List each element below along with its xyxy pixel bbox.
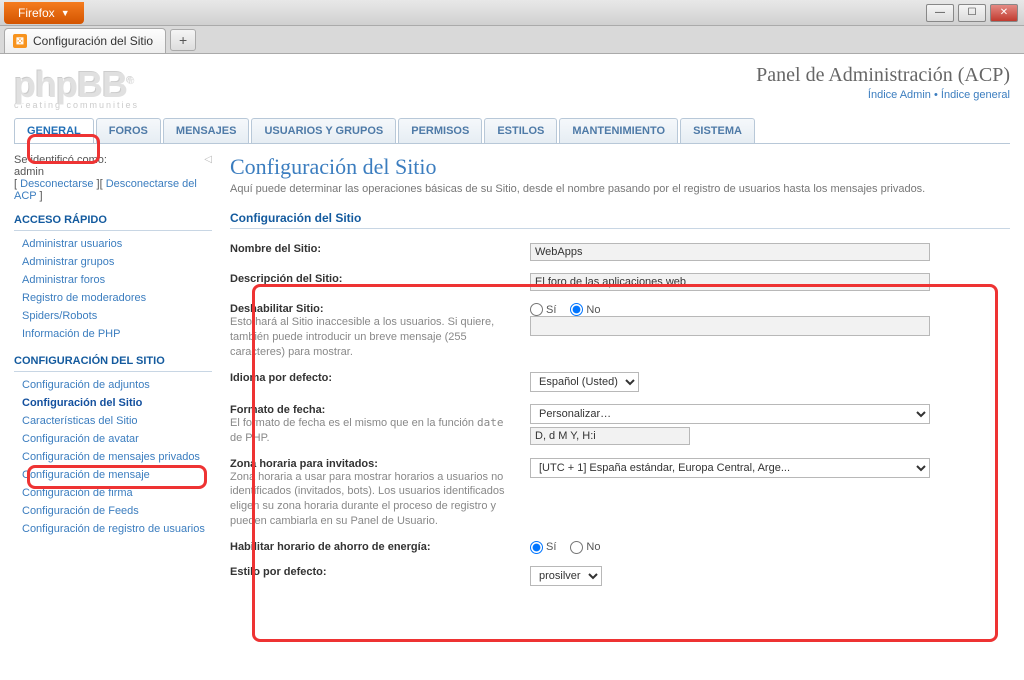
sidebar-item[interactable]: Registro de moderadores [14, 289, 212, 307]
disable-no[interactable]: No [570, 303, 600, 316]
sidebar-item[interactable]: Configuración de avatar [14, 430, 212, 448]
collapse-icon[interactable]: ◁ [204, 154, 212, 165]
disable-message-input[interactable] [530, 316, 930, 336]
dateformat-select[interactable]: Personalizar… [530, 404, 930, 424]
firefox-menu-button[interactable]: Firefox ▼ [4, 2, 84, 24]
tab-foros[interactable]: FOROS [96, 118, 161, 143]
close-button[interactable]: ✕ [990, 4, 1018, 22]
phpbb-logo: phpBB® [14, 64, 139, 106]
disable-label: Deshabilitar Sitio: [230, 303, 510, 315]
sidebar-item[interactable]: Administrar usuarios [14, 235, 212, 253]
tz-hint: Zona horaria a usar para mostrar horario… [230, 470, 510, 529]
tz-select[interactable]: [UTC + 1] España estándar, Europa Centra… [530, 458, 930, 478]
disable-yes[interactable]: Sí [530, 303, 556, 316]
lang-label: Idioma por defecto: [230, 372, 510, 384]
page-title: Configuración del Sitio [230, 154, 1010, 180]
link-board-index[interactable]: Índice general [941, 89, 1010, 101]
dateformat-input[interactable] [530, 427, 690, 445]
sitedesc-input[interactable] [530, 273, 930, 291]
dst-yes[interactable]: Sí [530, 541, 556, 554]
firefox-label: Firefox [18, 6, 55, 20]
page-description: Aquí puede determinar las operaciones bá… [230, 182, 1010, 197]
fieldset-title: Configuración del Sitio [230, 211, 1010, 229]
link-admin-index[interactable]: Índice Admin [868, 89, 931, 101]
sidebar-item[interactable]: Configuración de Feeds [14, 502, 212, 520]
sidebar-quick-title: ACCESO RÁPIDO [14, 210, 212, 231]
tab-mantenimiento[interactable]: MANTENIMIENTO [559, 118, 678, 143]
style-label: Estilo por defecto: [230, 566, 510, 578]
dateformat-label: Formato de fecha: [230, 404, 510, 416]
sidebar-item[interactable]: Información de PHP [14, 325, 212, 343]
tz-label: Zona horaria para invitados: [230, 458, 510, 470]
chevron-down-icon: ▼ [61, 8, 70, 18]
sidebar-item[interactable]: Administrar grupos [14, 253, 212, 271]
dateformat-hint: El formato de fecha es el mismo que en l… [230, 416, 510, 446]
tab-title: Configuración del Sitio [33, 34, 153, 48]
browser-tab[interactable]: ⊠ Configuración del Sitio [4, 28, 166, 53]
sitename-input[interactable] [530, 243, 930, 261]
sidebar-item[interactable]: Características del Sitio [14, 412, 212, 430]
tab-sistema[interactable]: SISTEMA [680, 118, 755, 143]
sidebar-item[interactable]: Administrar foros [14, 271, 212, 289]
acp-title: Panel de Administración (ACP) [756, 64, 1010, 87]
sidebar-item[interactable]: Configuración de mensaje [14, 466, 212, 484]
tab-estilos[interactable]: ESTILOS [484, 118, 557, 143]
identified-label: Se identificó como: [14, 154, 107, 166]
tab-general[interactable]: GENERAL [14, 118, 94, 143]
tab-usuarios-y-grupos[interactable]: USUARIOS Y GRUPOS [251, 118, 396, 143]
sidebar-item[interactable]: Spiders/Robots [14, 307, 212, 325]
sidebar-item[interactable]: Configuración de registro de usuarios [14, 520, 212, 538]
sidebar-item[interactable]: Configuración de mensajes privados [14, 448, 212, 466]
sidebar-item[interactable]: Configuración de firma [14, 484, 212, 502]
minimize-button[interactable]: — [926, 4, 954, 22]
username: admin [14, 166, 44, 178]
tab-mensajes[interactable]: MENSAJES [163, 118, 250, 143]
sidebar-site-title: CONFIGURACIÓN DEL SITIO [14, 351, 212, 372]
style-select[interactable]: prosilver [530, 566, 602, 586]
dst-label: Habilitar horario de ahorro de energía: [230, 541, 510, 553]
tab-permisos[interactable]: PERMISOS [398, 118, 482, 143]
disable-hint: Esto hará al Sitio inaccesible a los usu… [230, 315, 510, 360]
dst-no[interactable]: No [570, 541, 600, 554]
sitename-label: Nombre del Sitio: [230, 243, 510, 255]
new-tab-button[interactable]: + [170, 29, 196, 51]
main-tabs: GENERALFOROSMENSAJESUSUARIOS Y GRUPOSPER… [14, 118, 1010, 144]
sidebar-item[interactable]: Configuración del Sitio [14, 394, 212, 412]
sidebar-item[interactable]: Configuración de adjuntos [14, 376, 212, 394]
logout-link[interactable]: Desconectarse [20, 178, 93, 190]
sitedesc-label: Descripción del Sitio: [230, 273, 510, 285]
lang-select[interactable]: Español (Usted) [530, 372, 639, 392]
maximize-button[interactable]: ☐ [958, 4, 986, 22]
xampp-icon: ⊠ [13, 34, 27, 48]
